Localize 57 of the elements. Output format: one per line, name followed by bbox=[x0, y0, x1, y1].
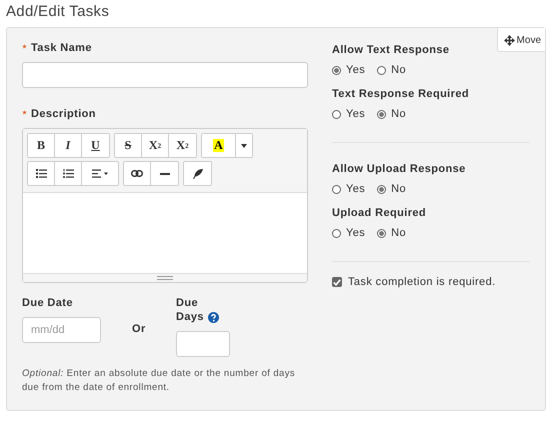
format-button[interactable]: U bbox=[82, 134, 109, 157]
radio-button[interactable] bbox=[377, 110, 386, 118]
due-days-field[interactable] bbox=[176, 331, 230, 357]
radio-label: Yes bbox=[346, 108, 366, 120]
question-label: Upload Required bbox=[332, 207, 428, 219]
toolbar-button[interactable] bbox=[55, 162, 82, 185]
radio-label: No bbox=[391, 64, 406, 76]
format-button[interactable]: B bbox=[28, 134, 55, 157]
radio-button[interactable] bbox=[377, 228, 386, 238]
radio-label: No bbox=[391, 108, 406, 120]
due-date-field[interactable]: mm/dd bbox=[22, 317, 101, 343]
feather-icon bbox=[192, 168, 202, 178]
checkmark-icon bbox=[333, 278, 341, 286]
radio-button[interactable] bbox=[332, 228, 341, 238]
radio-label: Yes bbox=[346, 183, 366, 195]
toolbar-button[interactable] bbox=[28, 162, 55, 185]
field-label: Description bbox=[31, 108, 96, 120]
radio-button[interactable] bbox=[332, 66, 341, 74]
or-label: Or bbox=[132, 323, 147, 335]
caret-icon bbox=[241, 144, 247, 148]
help-text: Optional: Enter an absolute due date or the number of days due from the date of enrollment. bbox=[22, 367, 296, 395]
format-button[interactable]: A bbox=[202, 134, 236, 157]
toolbar-button[interactable] bbox=[151, 162, 178, 185]
bullet-list-icon bbox=[36, 169, 46, 178]
format-button[interactable]: S bbox=[115, 134, 142, 157]
toolbar-button[interactable] bbox=[236, 134, 252, 157]
field-label: Due bbox=[176, 297, 198, 309]
move-icon bbox=[504, 35, 515, 46]
format-button[interactable]: I bbox=[55, 134, 82, 157]
radio-button[interactable] bbox=[332, 184, 341, 194]
radio-label: No bbox=[391, 227, 406, 239]
link-icon bbox=[131, 170, 143, 177]
field-label: Task Name bbox=[31, 42, 92, 54]
radio-button[interactable] bbox=[377, 184, 386, 194]
field-label: Due Date bbox=[22, 297, 74, 309]
toolbar-button[interactable] bbox=[82, 162, 118, 185]
radio-label: Yes bbox=[346, 64, 366, 76]
question-label: Text Response Required bbox=[332, 88, 470, 100]
task-name-field[interactable] bbox=[22, 62, 308, 88]
question-label: Allow Text Response bbox=[332, 44, 450, 56]
field-label: Days bbox=[176, 311, 204, 323]
move-button[interactable]: Move bbox=[496, 28, 545, 52]
radio-label: Yes bbox=[346, 227, 366, 239]
grip-icon bbox=[157, 276, 173, 280]
format-button[interactable]: X$^{2}$ bbox=[142, 134, 169, 157]
checkbox[interactable] bbox=[332, 277, 342, 287]
resize-handle[interactable] bbox=[23, 273, 307, 282]
checkbox-label: Task completion is required. bbox=[348, 276, 496, 288]
question-label: Allow Upload Response bbox=[332, 163, 467, 175]
toolbar-button[interactable] bbox=[124, 162, 151, 185]
radio-label: No bbox=[391, 183, 406, 195]
help-icon bbox=[208, 312, 219, 322]
radio-button[interactable] bbox=[377, 66, 386, 74]
numbered-list-icon bbox=[62, 169, 74, 178]
align-icon bbox=[92, 169, 108, 178]
radio-button[interactable] bbox=[332, 110, 341, 118]
page-title: Add/Edit Tasks bbox=[6, 3, 110, 22]
